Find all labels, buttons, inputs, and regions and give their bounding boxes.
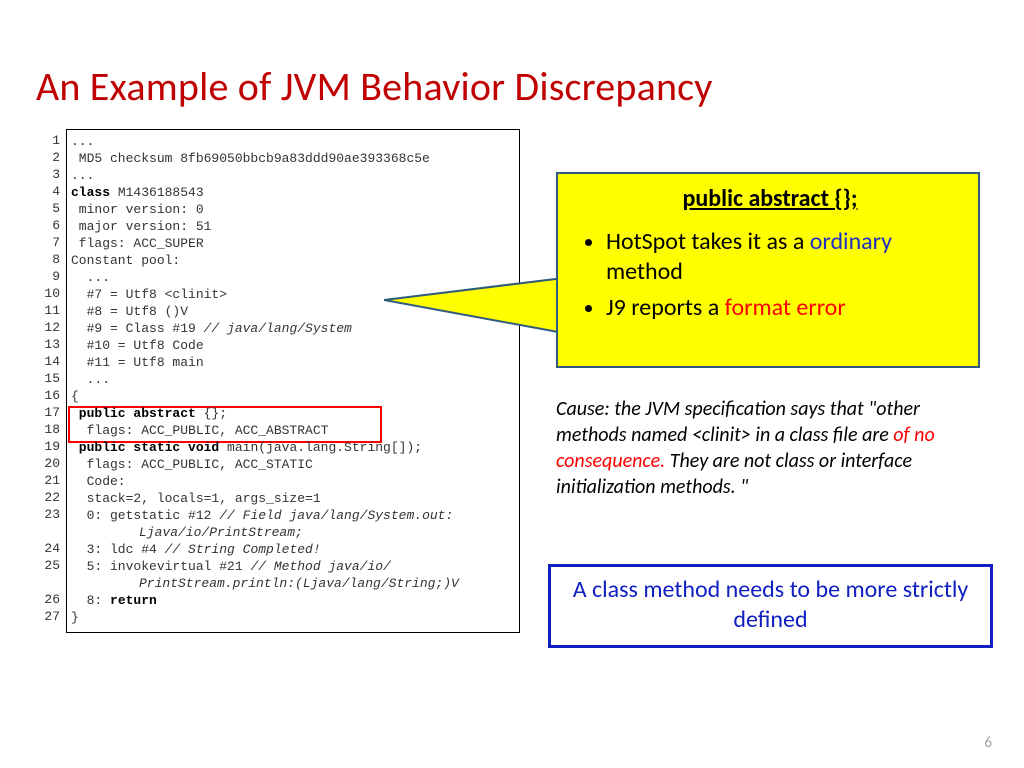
page-number: 6 (984, 734, 992, 752)
callout-bullet-list: HotSpot takes it as a ordinary methodJ9 … (578, 227, 962, 323)
callout-title: public abstract {}; (578, 184, 962, 213)
slide-title: An Example of JVM Behavior Discrepancy (0, 0, 1024, 129)
code-listing: ... MD5 checksum 8fb69050bbcb9a83ddd90ae… (66, 129, 520, 633)
code-panel: 1234567891011121314151617181920212223242… (40, 129, 520, 633)
line-number-gutter: 1234567891011121314151617181920212223242… (40, 129, 66, 633)
conclusion-box: A class method needs to be more strictly… (548, 564, 993, 648)
cause-paragraph: Cause: the JVM specification says that "… (556, 396, 982, 500)
callout-box: public abstract {}; HotSpot takes it as … (556, 172, 980, 368)
